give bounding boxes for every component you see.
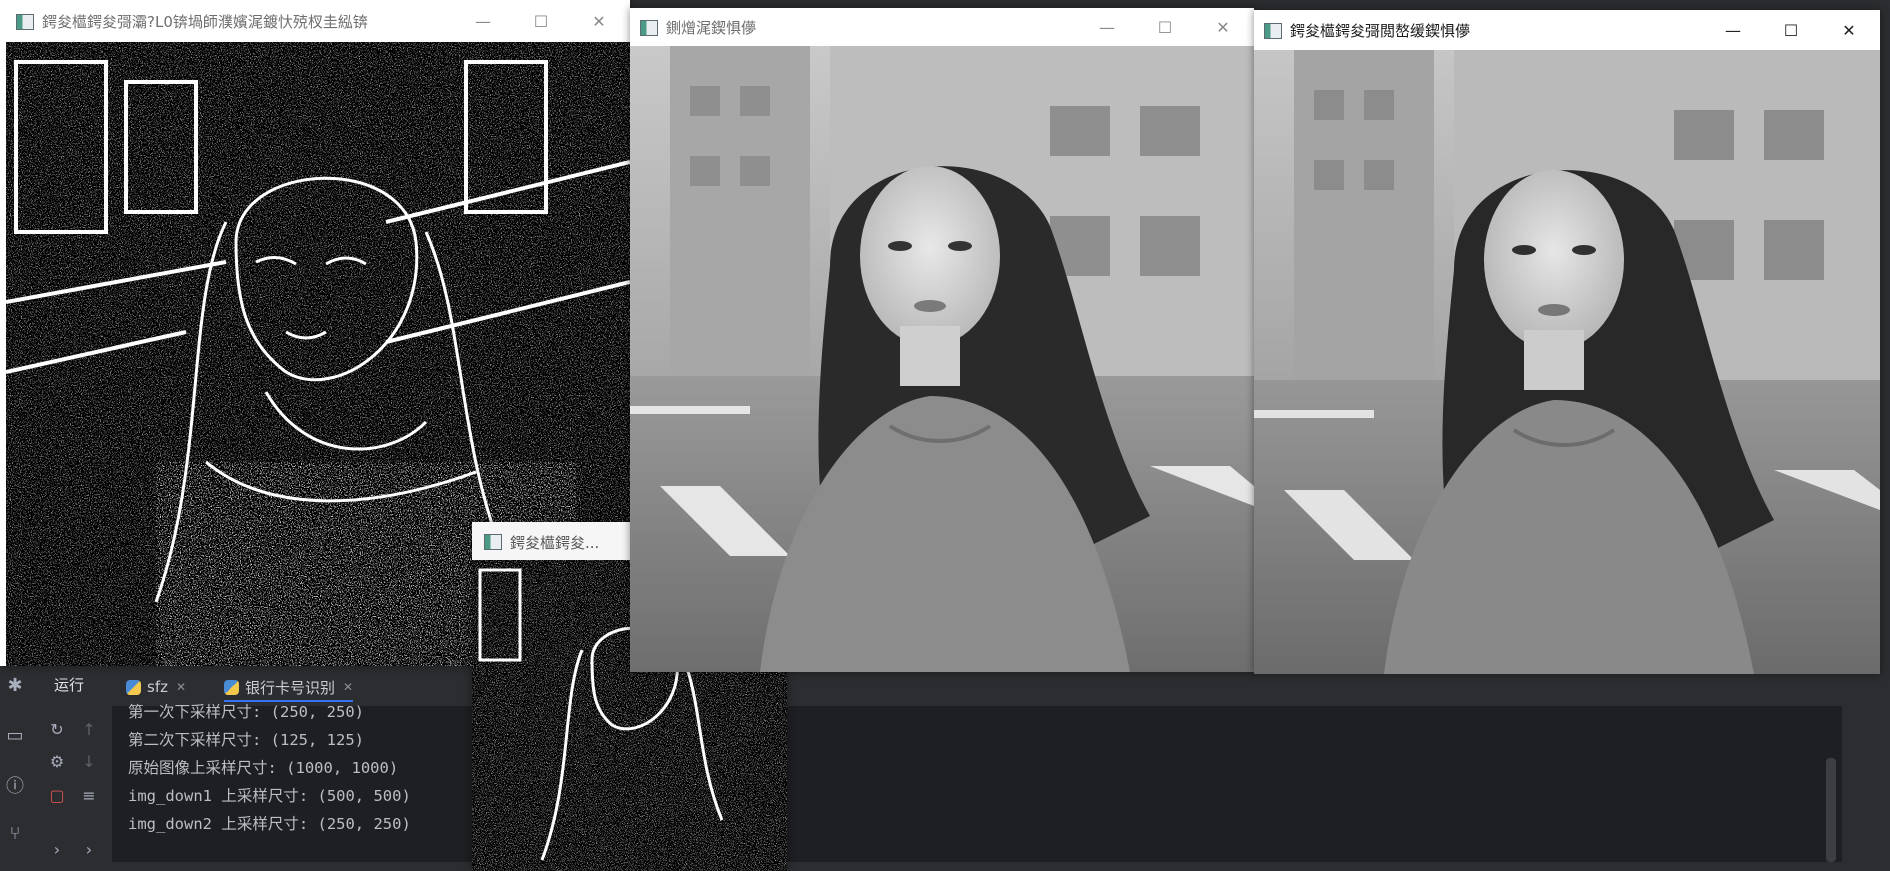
up-arrow-icon[interactable]: ↑ [78,718,100,740]
close-icon[interactable]: ✕ [1820,10,1878,50]
chevron-right-icon[interactable]: › [46,838,68,860]
stop-icon[interactable]: ▢ [46,784,68,806]
window-title: 鍔夋櫙鍔夋... [510,534,600,552]
console-line: 第一次下采样尺寸: (250, 250) [128,703,364,721]
settings-icon[interactable]: ⚙ [46,750,68,772]
rerun-icon[interactable]: ↻ [46,718,68,740]
console-output[interactable]: 第一次下采样尺寸: (250, 250) 第二次下采样尺寸: (125, 125… [112,703,1842,862]
maximize-icon[interactable]: ☐ [512,0,570,42]
window-title: 鍔夋櫙鍔夋彁閲嶅缓鍥惧儚 [1290,22,1471,40]
tab-label: sfz [147,678,168,696]
minimize-icon[interactable]: — [1078,8,1136,46]
maximize-icon[interactable]: ☐ [1762,10,1820,50]
window-title: 鍘熷浘鍥惧儚 [666,19,757,37]
ide-right-panel [1842,664,1890,871]
maximize-icon[interactable]: ☐ [1136,8,1194,46]
close-icon[interactable]: ✕ [570,0,628,42]
app-icon [484,534,502,550]
chevron-right-icon[interactable]: › [78,838,100,860]
reconstructed-photo [1254,50,1880,674]
window-title: 鍔夋櫙鍔夋彁灞?L0锛堝師濮嬪浘鍍忕殑杈圭紭锛 [42,13,368,31]
terminal-icon[interactable]: ▭ [2,722,28,748]
console-scrollbar[interactable] [1826,758,1836,862]
window-titlebar[interactable]: 鍔夋櫙鍔夋彁閲嶅缓鍥惧儚 — ☐ ✕ [1254,10,1880,50]
python-icon [126,679,141,695]
app-icon [16,14,34,30]
soft-wrap-icon[interactable]: ≡ [78,784,100,806]
minimize-icon[interactable]: — [1704,10,1762,50]
tool-window-strip: ✱ ▭ ⓘ ⑂ [0,664,33,871]
problems-icon[interactable]: ⓘ [2,772,28,798]
bug-icon[interactable]: ✱ [2,672,28,698]
tab-sfz[interactable]: sfz ✕ [126,674,186,700]
window-titlebar[interactable]: 鍘熷浘鍥惧儚 — ☐ ✕ [630,8,1254,46]
close-tab-icon[interactable]: ✕ [343,680,353,694]
python-icon [224,679,239,695]
result-image-window[interactable]: 鍔夋櫙鍔夋彁閲嶅缓鍥惧儚 — ☐ ✕ [1254,10,1880,674]
console-line: img_down1 上采样尺寸: (500, 500) [128,787,411,805]
close-tab-icon[interactable]: ✕ [176,680,186,694]
tab-bank-card[interactable]: 银行卡号识别 ✕ [224,674,354,702]
original-photo [630,46,1254,672]
window-titlebar[interactable]: 鍔夋櫙鍔夋彁灞?L0锛堝師濮嬪浘鍍忕殑杈圭紭锛 — ☐ ✕ [0,0,630,42]
run-label[interactable]: 运行 [54,674,84,695]
app-icon [640,20,658,36]
down-arrow-icon[interactable]: ↓ [78,750,100,772]
console-line: img_down2 上采样尺寸: (250, 250) [128,815,411,833]
console-line: 第二次下采样尺寸: (125, 125) [128,731,364,749]
git-icon[interactable]: ⑂ [2,820,28,846]
close-icon[interactable]: ✕ [1194,8,1252,46]
minimize-icon[interactable]: — [454,0,512,42]
run-side-toolbar: ↻ ↑ ⚙ ↓ ▢ ≡ › › [32,706,112,871]
app-icon [1264,23,1282,39]
original-image-window[interactable]: 鍘熷浘鍥惧儚 — ☐ ✕ [630,8,1254,672]
console-line: 原始图像上采样尺寸: (1000, 1000) [128,759,399,777]
tab-label: 银行卡号识别 [245,678,336,697]
